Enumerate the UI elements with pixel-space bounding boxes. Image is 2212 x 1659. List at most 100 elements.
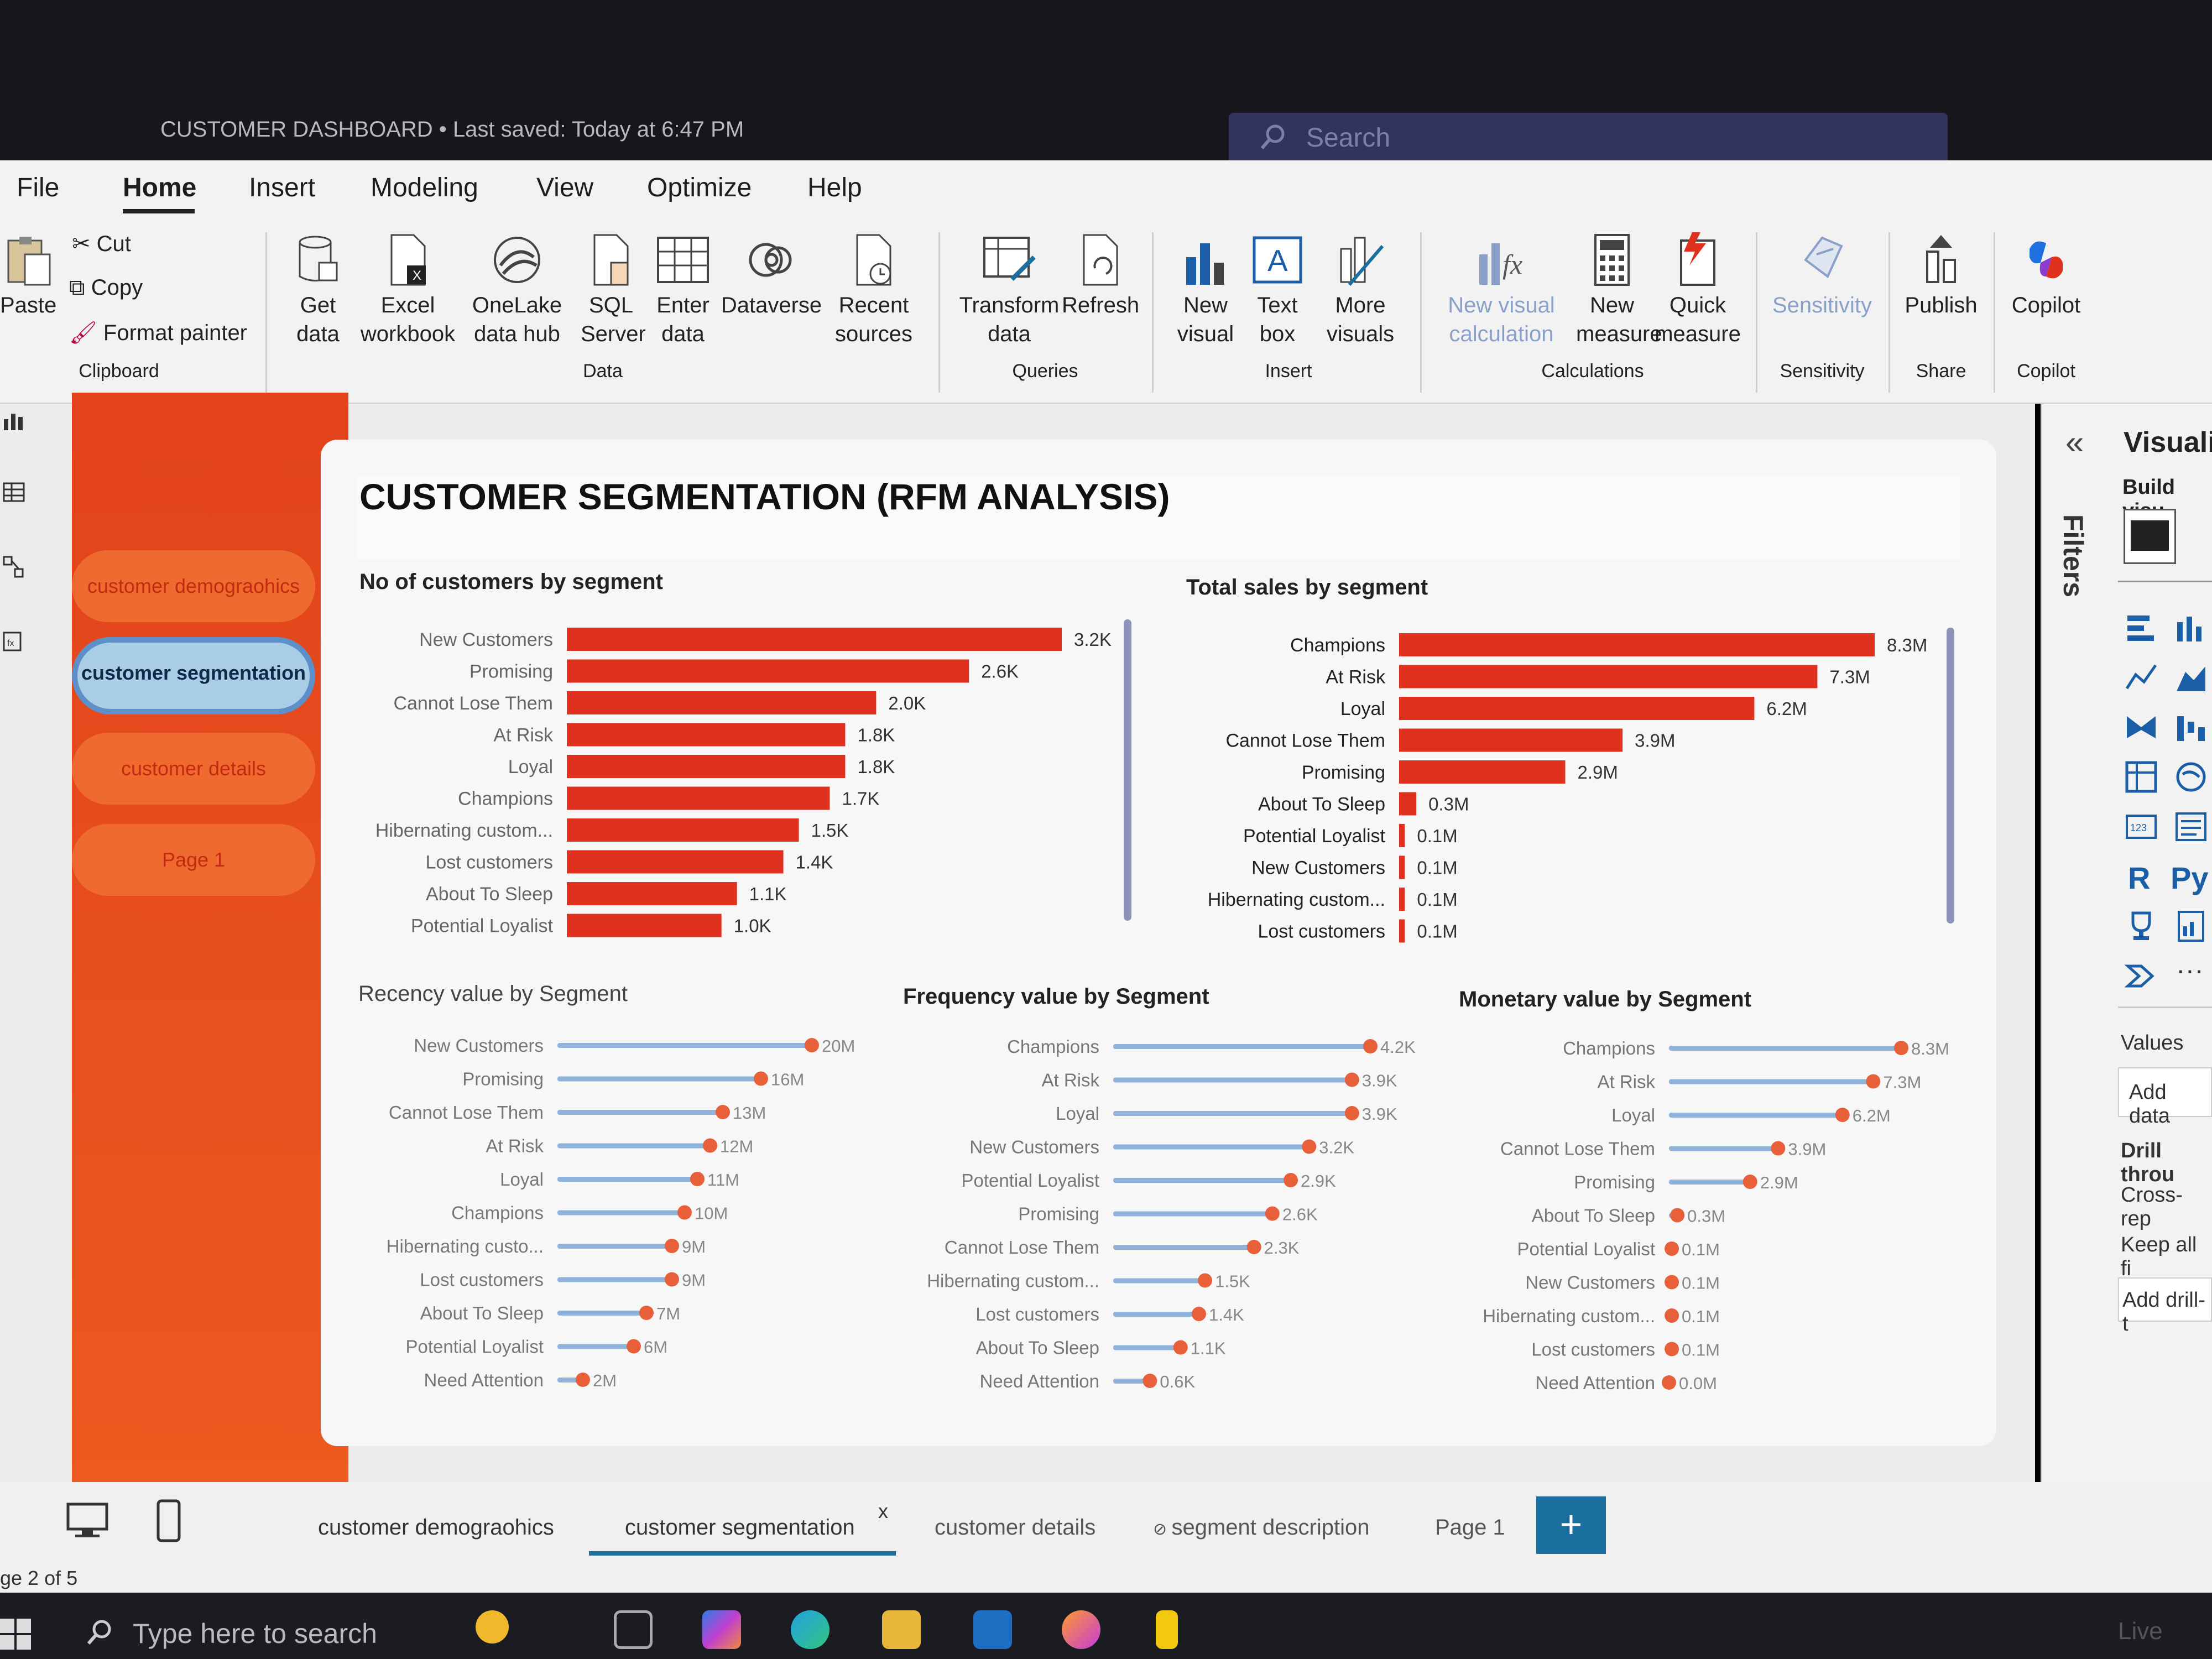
transform-data-button[interactable]: Transform data	[954, 232, 1065, 348]
ribbon-separator	[1888, 232, 1890, 393]
ribbon-chart-icon[interactable]	[2125, 711, 2158, 744]
keep-all-filters-toggle[interactable]: Keep all fi	[2121, 1233, 2212, 1281]
format-painter-button[interactable]: 🖌 Format painter	[69, 320, 247, 346]
nav-button-customer-demographics[interactable]: customer demograohics	[72, 550, 315, 622]
onelake-button[interactable]: OneLake data hub	[465, 232, 570, 348]
data-label: 13M	[733, 1103, 766, 1123]
area-chart-icon[interactable]	[2174, 661, 2208, 694]
multi-row-card-icon[interactable]	[2174, 810, 2208, 843]
menu-insert[interactable]: Insert	[249, 173, 315, 203]
tab-customer-details[interactable]: customer details	[935, 1515, 1095, 1540]
stacked-column-chart-icon[interactable]	[2174, 611, 2208, 644]
enter-data-button[interactable]: Enter data	[650, 232, 716, 348]
publish-button[interactable]: Publish	[1894, 232, 1988, 320]
tab-page-1[interactable]: Page 1	[1435, 1515, 1505, 1540]
chart-customers-by-segment[interactable]: New Customers 3.2K Promising 2.6K Cannot Los…	[359, 614, 1150, 946]
nav-button-page-1[interactable]: Page 1	[72, 824, 315, 896]
taskbar-search-input[interactable]: Type here to search	[133, 1618, 377, 1650]
collapse-icon[interactable]: «	[2065, 423, 2084, 461]
search-box[interactable]: Search	[1229, 113, 1948, 164]
quick-measure-button[interactable]: Quick measure	[1653, 232, 1742, 348]
table-view-icon[interactable]	[3, 481, 25, 503]
menu-view[interactable]: View	[536, 173, 593, 203]
copilot-app-icon[interactable]	[702, 1610, 741, 1649]
close-tab-icon[interactable]: x	[878, 1500, 888, 1523]
new-visual-label: New visual	[1177, 293, 1234, 346]
edge-browser-icon[interactable]	[791, 1610, 830, 1649]
menu-modeling[interactable]: Modeling	[371, 173, 478, 203]
queries-group-label: Queries	[1012, 361, 1078, 382]
recent-sources-button[interactable]: Recent sources	[824, 232, 924, 348]
copilot-sparkle-icon[interactable]	[476, 1610, 509, 1644]
mobile-layout-icon[interactable]	[155, 1499, 182, 1543]
firefox-icon[interactable]	[1062, 1610, 1100, 1649]
power-automate-icon[interactable]	[2124, 959, 2158, 993]
map-icon[interactable]	[2174, 760, 2208, 794]
tab-customer-demographics[interactable]: customer demograohics	[318, 1515, 554, 1540]
filters-pane-label[interactable]: Filters	[2057, 514, 2089, 597]
power-bi-taskbar-icon[interactable]	[1156, 1610, 1178, 1649]
matrix-icon[interactable]	[2125, 760, 2158, 794]
sql-server-button[interactable]: SQL Server	[581, 232, 646, 348]
task-view-icon[interactable]	[614, 1610, 653, 1649]
chart-sales-by-segment[interactable]: Champions 8.3M At Risk 7.3M Loyal 6.2M Cannot …	[1183, 619, 1974, 951]
transform-icon	[983, 237, 1036, 281]
sensitivity-button[interactable]: Sensitivity	[1767, 232, 1877, 320]
data-label: 1.8K	[857, 724, 895, 745]
add-page-button[interactable]: +	[1536, 1496, 1606, 1554]
paginated-report-icon[interactable]	[2174, 910, 2208, 943]
trophy-icon[interactable]	[2125, 910, 2158, 943]
outlook-icon[interactable]	[973, 1610, 1012, 1649]
report-view-icon[interactable]	[3, 409, 25, 431]
r-visual-icon[interactable]: R	[2128, 860, 2161, 895]
dataverse-button[interactable]: Dataverse	[719, 232, 824, 320]
data-label: 0.0M	[1679, 1374, 1717, 1393]
desktop-layout-icon[interactable]	[65, 1501, 109, 1540]
excel-workbook-button[interactable]: X Excel workbook	[359, 232, 456, 348]
get-data-button[interactable]: Get data	[279, 232, 357, 348]
document-title[interactable]: CUSTOMER DASHBOARD • Last saved: Today a…	[160, 117, 744, 142]
stacked-bar-chart-icon[interactable]	[2125, 611, 2158, 644]
add-drill-through-field[interactable]: Add drill-t	[2118, 1277, 2212, 1335]
copilot-button[interactable]: Copilot	[1999, 232, 2093, 320]
chart-scrollbar[interactable]	[1124, 619, 1131, 921]
line-chart-icon[interactable]	[2125, 661, 2158, 694]
chart-monetary-by-segment[interactable]: Champions 8.3M At Risk 7.3M Loyal 6.2M Cannot …	[1459, 1030, 1990, 1406]
nav-button-customer-details[interactable]: customer details	[72, 733, 315, 805]
copy-button[interactable]: ⧉ Copy	[69, 275, 143, 300]
more-visuals-icon	[1340, 237, 1384, 286]
new-measure-button[interactable]: New measure	[1576, 232, 1662, 348]
paste-button[interactable]: Paste	[0, 232, 56, 320]
data-label: 3.9K	[1362, 1104, 1397, 1124]
menu-optimize[interactable]: Optimize	[647, 173, 752, 203]
menu-home[interactable]: Home	[123, 173, 196, 203]
waterfall-chart-icon[interactable]	[2174, 711, 2208, 744]
model-view-icon[interactable]	[3, 556, 25, 578]
chart-recency-by-segment[interactable]: New Customers 20M Promising 16M Cannot Lose …	[358, 1026, 889, 1402]
windows-start-icon[interactable]	[0, 1618, 33, 1651]
tab-segment-description[interactable]: ⊘ segment description	[1153, 1515, 1369, 1540]
calculator-icon	[1594, 234, 1630, 286]
python-visual-icon[interactable]: Py	[2171, 860, 2209, 895]
dax-query-view-icon[interactable]: fx	[3, 630, 25, 653]
cross-report-toggle[interactable]: Cross-rep	[2121, 1183, 2212, 1231]
tab-customer-segmentation[interactable]: customer segmentation	[625, 1515, 855, 1540]
new-visual-button[interactable]: New visual	[1170, 232, 1241, 348]
file-explorer-icon[interactable]	[882, 1610, 921, 1649]
data-label: 2.9M	[1577, 762, 1618, 782]
more-visuals-button[interactable]: More visuals	[1313, 232, 1407, 348]
refresh-button[interactable]: Refresh	[1062, 232, 1139, 320]
add-data-field[interactable]: Add data	[2118, 1067, 2212, 1128]
new-visual-calculation-button[interactable]: fx New visual calculation	[1438, 232, 1565, 348]
menu-help[interactable]: Help	[807, 173, 862, 203]
text-box-button[interactable]: A Text box	[1244, 232, 1311, 348]
nav-button-customer-segmentation[interactable]: customer segmentation	[72, 637, 315, 714]
menu-file[interactable]: File	[17, 173, 59, 203]
build-visual-icon[interactable]	[2124, 509, 2176, 564]
chart-frequency-by-segment[interactable]: Champions 4.2K At Risk 3.9K Loyal 3.9K New Cus…	[903, 1029, 1434, 1405]
more-visuals-ellipsis-icon[interactable]: ···	[2176, 954, 2209, 987]
chart-scrollbar[interactable]	[1947, 628, 1954, 924]
card-icon[interactable]: 123	[2125, 810, 2158, 843]
cut-button[interactable]: ✂ Cut	[72, 231, 131, 257]
data-label: 1.7K	[842, 788, 879, 808]
